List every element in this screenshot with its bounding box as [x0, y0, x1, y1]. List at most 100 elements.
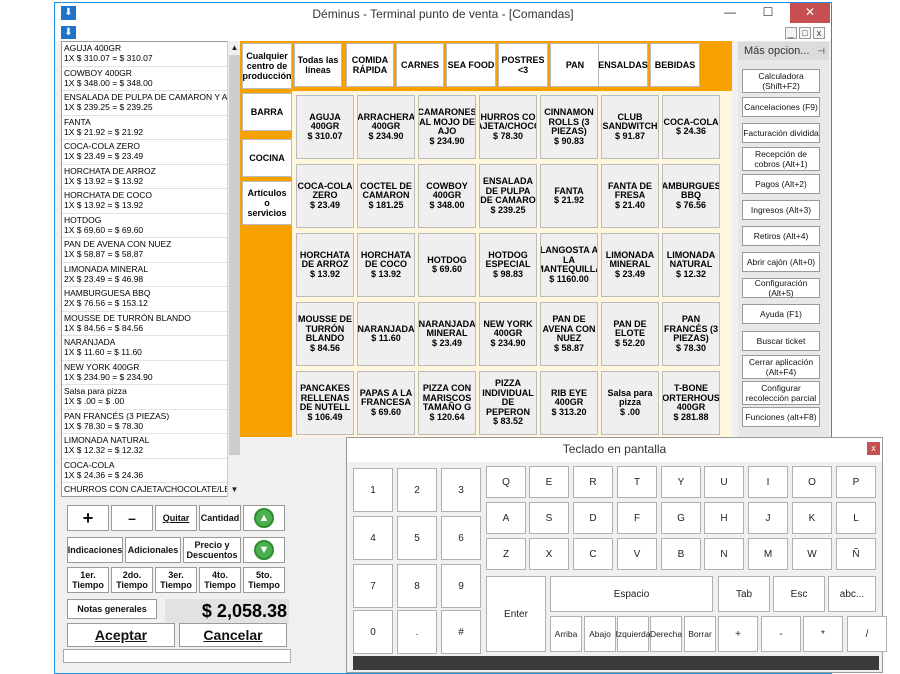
- product-button[interactable]: LIMONADA MINERAL $ 23.49: [601, 233, 659, 297]
- minimize-button[interactable]: —: [715, 3, 745, 23]
- product-button[interactable]: CLUB SANDWITCH $ 91.87: [601, 95, 659, 159]
- line-postres[interactable]: POSTRES <3: [498, 43, 548, 87]
- letter-key[interactable]: F: [617, 502, 657, 534]
- order-list-item[interactable]: COCA-COLA 1X $ 24.36 = $ 24.36: [62, 459, 240, 483]
- product-button[interactable]: PAN DE ELOTE $ 52.20: [601, 302, 659, 366]
- tiempo-5-button[interactable]: 5to. Tiempo: [243, 567, 285, 593]
- letter-key[interactable]: A: [486, 502, 526, 534]
- order-list-item[interactable]: CHURROS CON CAJETA/CHOCOLATE/LECHER: [62, 483, 240, 496]
- precio-descuentos-button[interactable]: Precio y Descuentos: [183, 537, 241, 563]
- option-button[interactable]: Cancelaciones (F9): [742, 97, 820, 117]
- product-button[interactable]: COCA-COLA $ 24.36: [662, 95, 720, 159]
- order-list-item[interactable]: LIMONADA MINERAL 2X $ 23.49 = $ 46.98: [62, 263, 240, 287]
- option-button[interactable]: Configuración (Alt+5): [742, 278, 820, 298]
- enter-key[interactable]: Enter: [486, 576, 546, 652]
- category-articulos[interactable]: Artículos o servicios: [242, 181, 292, 225]
- numpad-key[interactable]: 6: [441, 516, 481, 560]
- numpad-key[interactable]: .: [397, 610, 437, 654]
- mdi-close-button[interactable]: x: [813, 27, 825, 39]
- product-button[interactable]: PIZZA INDIVIDUAL DE PEPERON $ 83.52: [479, 371, 537, 435]
- product-button[interactable]: COWBOY 400GR $ 348.00: [418, 164, 476, 228]
- order-list-item[interactable]: COCA-COLA ZERO 1X $ 23.49 = $ 23.49: [62, 140, 240, 165]
- product-button[interactable]: PAN DE AVENA CON NUEZ $ 58.87: [540, 302, 598, 366]
- product-button[interactable]: ENSALADA DE PULPA DE CAMARO $ 239.25: [479, 164, 537, 228]
- order-list-item[interactable]: HAMBURGUESA BBQ 2X $ 76.56 = $ 153.12: [62, 287, 240, 312]
- cancelar-button[interactable]: Cancelar: [179, 623, 287, 647]
- product-button[interactable]: FANTA DE FRESA $ 21.40: [601, 164, 659, 228]
- numpad-key[interactable]: 9: [441, 564, 481, 608]
- letter-key[interactable]: N: [704, 538, 744, 570]
- product-button[interactable]: NARANJADA MINERAL $ 23.49: [418, 302, 476, 366]
- option-button[interactable]: Pagos (Alt+2): [742, 174, 820, 194]
- letter-key[interactable]: I: [748, 466, 788, 498]
- category-cualquier[interactable]: Cualquier centro de producción: [242, 43, 292, 89]
- product-button[interactable]: PANCAKES RELLENAS DE NUTELL $ 106.49: [296, 371, 354, 435]
- product-button[interactable]: CINNAMON ROLLS (3 PIEZAS) $ 90.83: [540, 95, 598, 159]
- operator-key[interactable]: *: [803, 616, 843, 652]
- numpad-key[interactable]: 2: [397, 468, 437, 512]
- numpad-key[interactable]: 3: [441, 468, 481, 512]
- esc-key[interactable]: Esc: [773, 576, 825, 612]
- product-button[interactable]: T-BONE PORTERHOUSE 400GR$ 281.88: [662, 371, 720, 435]
- letter-key[interactable]: W: [792, 538, 832, 570]
- operator-key[interactable]: -: [761, 616, 801, 652]
- scroll-down-arrow-icon[interactable]: ▼: [228, 483, 241, 496]
- line-sea-food[interactable]: SEA FOOD: [446, 43, 496, 87]
- option-button[interactable]: Funciones (alt+F8): [742, 407, 820, 427]
- letter-key[interactable]: G: [661, 502, 701, 534]
- letter-key[interactable]: L: [836, 502, 876, 534]
- product-button[interactable]: CAMARONES AL MOJO DE AJO $ 234.90: [418, 95, 476, 159]
- maximize-button[interactable]: ☐: [753, 3, 783, 23]
- product-button[interactable]: CHURROS CON CAJETA/CHOCOL$ 78.30: [479, 95, 537, 159]
- category-cocina[interactable]: COCINA: [242, 139, 292, 177]
- order-list-item[interactable]: HORCHATA DE ARROZ 1X $ 13.92 = $ 13.92: [62, 165, 240, 189]
- mdi-restore-button[interactable]: □: [799, 27, 811, 39]
- move-down-button[interactable]: ▼: [243, 537, 285, 563]
- product-button[interactable]: PAPAS A LA FRANCESA $ 69.60: [357, 371, 415, 435]
- scroll-thumb[interactable]: [229, 55, 240, 455]
- order-list-item[interactable]: MOUSSE DE TURRÓN BLANDO 1X $ 84.56 = $ 84…: [62, 312, 240, 336]
- tab-key[interactable]: Tab: [718, 576, 770, 612]
- space-key[interactable]: Espacio: [550, 576, 713, 612]
- nav-key[interactable]: Derecha: [650, 616, 682, 652]
- product-button[interactable]: FANTA $ 21.92: [540, 164, 598, 228]
- product-button[interactable]: COCA-COLA ZERO $ 23.49: [296, 164, 354, 228]
- letter-key[interactable]: E: [529, 466, 569, 498]
- letter-key[interactable]: C: [573, 538, 613, 570]
- product-button[interactable]: HORCHATA DE ARROZ $ 13.92: [296, 233, 354, 297]
- numpad-key[interactable]: 7: [353, 564, 393, 608]
- numpad-key[interactable]: #: [441, 610, 481, 654]
- pin-icon[interactable]: ⊣: [817, 42, 825, 60]
- option-button[interactable]: Facturación dividida: [742, 123, 820, 143]
- order-list-item[interactable]: AGUJA 400GR 1X $ 310.07 = $ 310.07: [62, 42, 240, 67]
- tiempo-3-button[interactable]: 3er. Tiempo: [155, 567, 197, 593]
- numpad-key[interactable]: 4: [353, 516, 393, 560]
- product-button[interactable]: Salsa para pizza $ .00: [601, 371, 659, 435]
- line-carnes[interactable]: CARNES: [396, 43, 444, 87]
- option-button[interactable]: Ingresos (Alt+3): [742, 200, 820, 220]
- letter-key[interactable]: T: [617, 466, 657, 498]
- numpad-key[interactable]: 0: [353, 610, 393, 654]
- order-list-item[interactable]: FANTA 1X $ 21.92 = $ 21.92: [62, 116, 240, 140]
- tiempo-4-button[interactable]: 4to. Tiempo: [199, 567, 241, 593]
- letter-key[interactable]: U: [704, 466, 744, 498]
- order-list-item[interactable]: HORCHATA DE COCO 1X $ 13.92 = $ 13.92: [62, 189, 240, 214]
- numpad-key[interactable]: 1: [353, 468, 393, 512]
- order-list[interactable]: AGUJA 400GR 1X $ 310.07 = $ 310.07 COWBOY …: [61, 41, 241, 497]
- nav-key[interactable]: Izquierda: [616, 616, 650, 652]
- line-pan[interactable]: PAN: [550, 43, 600, 87]
- tiempo-1-button[interactable]: 1er. Tiempo: [67, 567, 109, 593]
- order-list-item[interactable]: NARANJADA 1X $ 11.60 = $ 11.60: [62, 336, 240, 361]
- operator-key[interactable]: /: [847, 616, 887, 652]
- product-button[interactable]: HOTDOG ESPECIAL $ 98.83: [479, 233, 537, 297]
- order-list-item[interactable]: HOTDOG 1X $ 69.60 = $ 69.60: [62, 214, 240, 238]
- nav-key[interactable]: Arriba: [550, 616, 582, 652]
- product-button[interactable]: ARRACHERA 400GR $ 234.90: [357, 95, 415, 159]
- indicaciones-button[interactable]: Indicaciones: [67, 537, 123, 563]
- letter-key[interactable]: B: [661, 538, 701, 570]
- product-button[interactable]: AGUJA 400GR $ 310.07: [296, 95, 354, 159]
- option-button[interactable]: Buscar ticket: [742, 331, 820, 351]
- keyboard-close-button[interactable]: x: [867, 442, 880, 455]
- product-button[interactable]: HAMBURGUESA BBQ$ 76.56: [662, 164, 720, 228]
- product-button[interactable]: NEW YORK 400GR $ 234.90: [479, 302, 537, 366]
